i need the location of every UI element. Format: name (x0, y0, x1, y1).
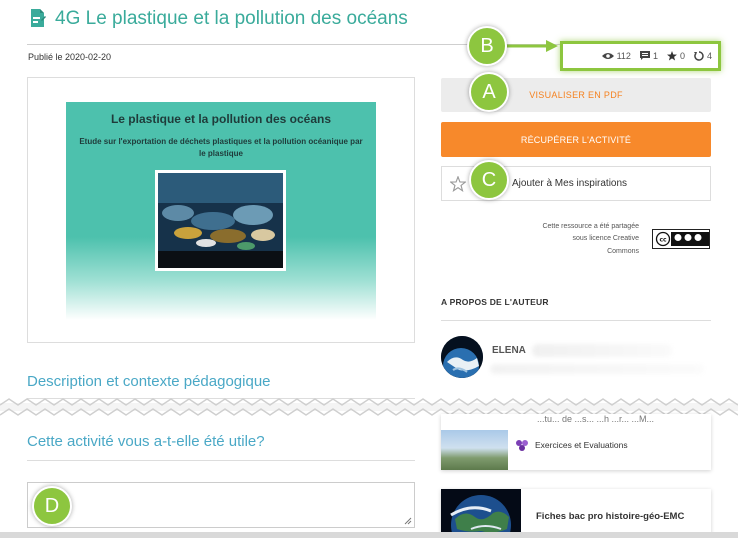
useful-heading: Cette activité vous a-t-elle été utile? (27, 433, 265, 450)
related-card-bac-pro[interactable]: Fiches bac pro histoire-géo-EMC (441, 489, 711, 538)
comments-count: 1 (652, 51, 658, 61)
ocean-plastic-photo (155, 170, 286, 271)
license-line-1: Cette ressource a été partagée (542, 223, 639, 230)
resize-grip-icon[interactable] (404, 517, 412, 525)
related-card-cut-title: ...tu... de ...s... ...h ...r... ...M... (537, 414, 655, 424)
license-line-3: Commons (607, 247, 639, 255)
svg-text:cc: cc (659, 237, 667, 244)
earth-thumbnail (441, 489, 521, 538)
annotation-marker-a: A (469, 72, 509, 112)
related-card-category: Exercices et Evaluations (535, 440, 628, 450)
publish-date: Publié le 2020-02-20 (28, 52, 112, 62)
creative-commons-badge[interactable]: cc (652, 229, 710, 249)
document-edit-icon (30, 8, 46, 30)
related-card-thumbnail (441, 430, 508, 470)
reuses-stat: 4 (693, 51, 712, 61)
author-bio-blurred (490, 364, 704, 374)
bottom-scroll-strip (0, 532, 738, 538)
favorites-stat: 0 (666, 51, 685, 61)
license-text: Cette ressource a été partagée sous lice… (511, 221, 639, 258)
stats-bar: 112 1 0 4 (560, 41, 721, 71)
slide-subtitle: Etude sur l'exportation de déchets plast… (79, 137, 363, 158)
star-outline-icon (450, 175, 466, 192)
author-name-blurred (532, 344, 672, 357)
related-card-exercises[interactable]: ...tu... de ...s... ...h ...r... ...M...… (441, 414, 711, 470)
comment-icon (639, 51, 650, 60)
page-title: 4G Le plastique et la pollution des océa… (55, 8, 408, 29)
puzzle-icon (515, 439, 529, 451)
star-icon (666, 51, 677, 61)
annotation-marker-d: D (32, 486, 72, 526)
title-row: 4G Le plastique et la pollution des océa… (30, 8, 408, 30)
cc-icon: cc (655, 231, 709, 247)
useful-divider (27, 460, 415, 461)
document-preview[interactable]: Le plastique et la pollution des océans … (27, 77, 415, 343)
slide-title: Le plastique et la pollution des océans (110, 112, 332, 126)
annotation-marker-b: B (467, 26, 507, 66)
related-card-title: Fiches bac pro histoire-géo-EMC (536, 511, 685, 522)
description-heading[interactable]: Description et contexte pédagogique (27, 373, 271, 390)
about-divider (441, 320, 711, 321)
about-author-title: A PROPOS DE L'AUTEUR (441, 297, 549, 307)
reuses-count: 4 (706, 51, 712, 61)
preview-slide: Le plastique et la pollution des océans … (66, 102, 376, 320)
refresh-icon (693, 51, 704, 61)
comments-stat: 1 (639, 51, 658, 61)
annotation-marker-c: C (469, 160, 509, 200)
eye-icon (601, 53, 614, 59)
author-name[interactable]: ELENA (492, 345, 526, 356)
get-activity-button[interactable]: RÉCUPÉRER L'ACTIVITÉ (441, 122, 711, 157)
views-count: 112 (616, 51, 631, 61)
views-stat: 112 (601, 51, 631, 61)
avatar[interactable] (441, 336, 483, 378)
favorites-count: 0 (679, 51, 685, 61)
comment-textarea[interactable] (27, 482, 415, 528)
inspirations-label: Ajouter à Mes inspirations (512, 178, 628, 189)
license-line-2: sous licence Creative (572, 235, 639, 243)
